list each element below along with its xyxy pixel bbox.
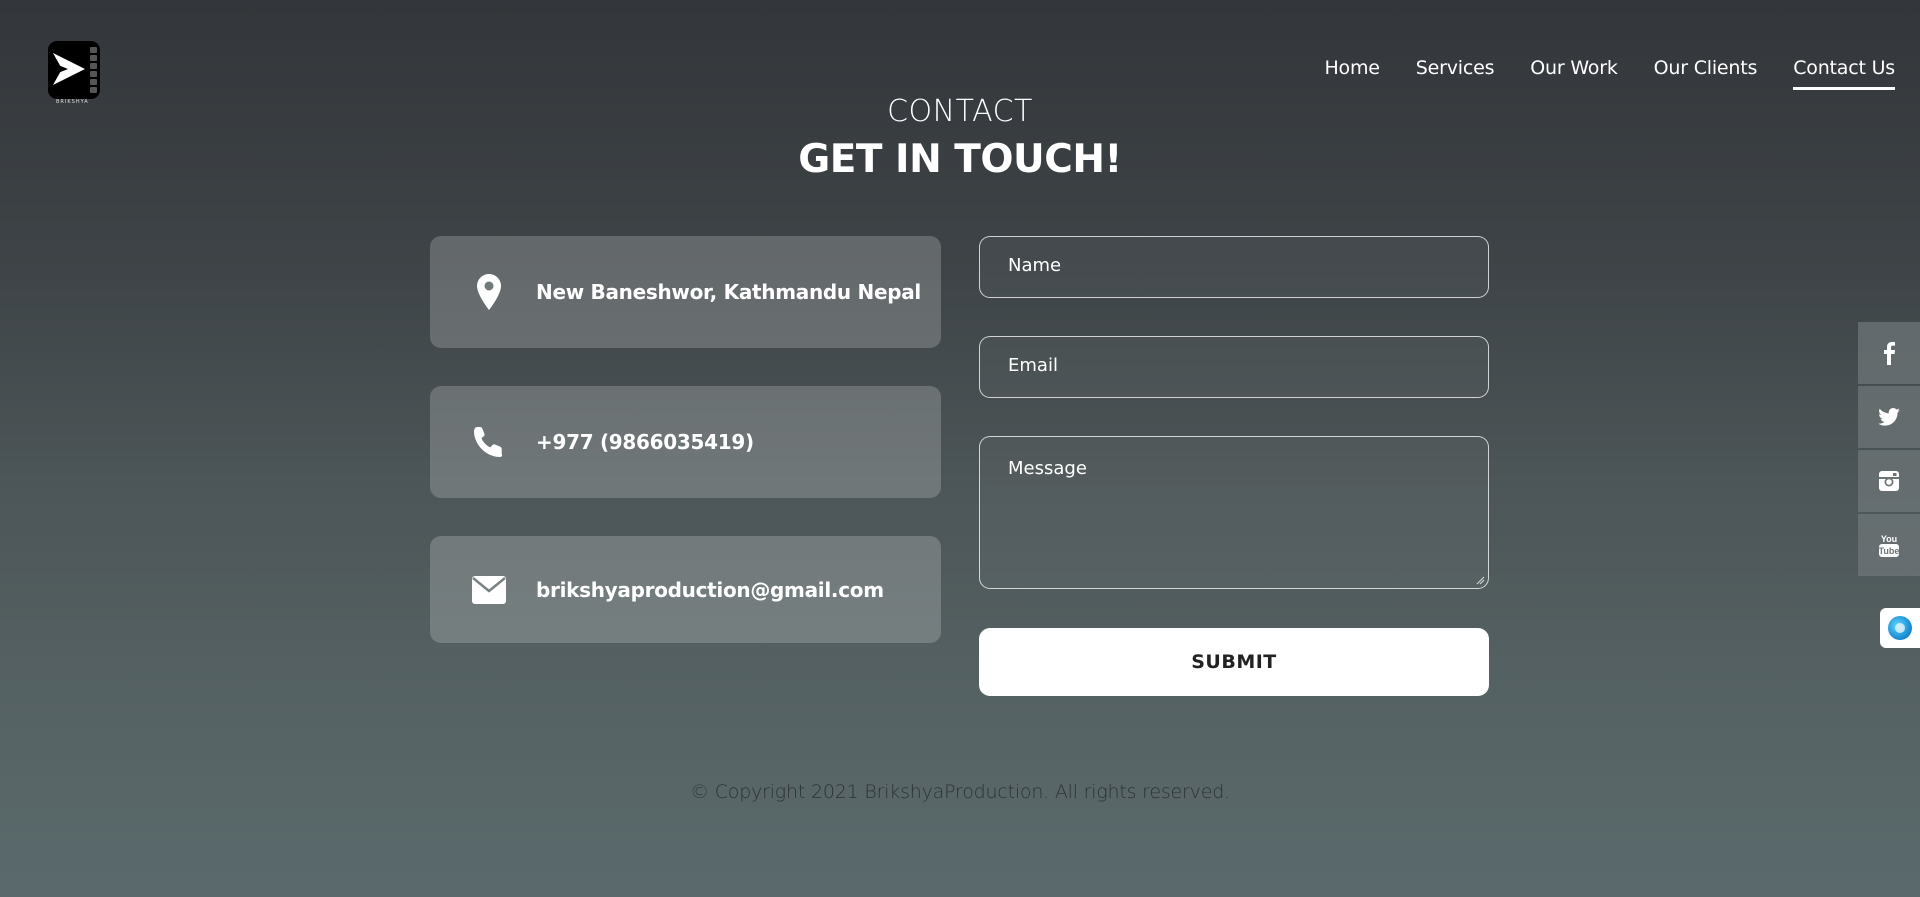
twitter-icon: [1878, 408, 1900, 426]
email-input[interactable]: Email: [979, 336, 1489, 398]
chat-widget-icon: [1888, 616, 1912, 640]
phone-icon: [464, 426, 514, 458]
nav-home[interactable]: Home: [1324, 57, 1380, 90]
logo-icon: [48, 41, 100, 99]
instagram-button[interactable]: [1858, 450, 1920, 512]
name-placeholder: Name: [1008, 255, 1062, 276]
twitter-button[interactable]: [1858, 386, 1920, 448]
nav-our-work[interactable]: Our Work: [1530, 57, 1618, 90]
youtube-icon: You Tube: [1879, 534, 1900, 557]
section-title: GET IN TOUCH!: [798, 137, 1122, 182]
chat-widget-button[interactable]: [1880, 608, 1920, 648]
phone-text: +977 (9866035419): [536, 430, 754, 454]
svg-text:Tube: Tube: [1879, 546, 1900, 556]
instagram-icon: [1879, 471, 1899, 491]
message-textarea[interactable]: Message: [979, 436, 1489, 589]
copyright-text: © Copyright 2021 BrikshyaProduction. All…: [690, 781, 1230, 803]
phone-card: +977 (9866035419): [430, 386, 941, 498]
nav-our-clients[interactable]: Our Clients: [1654, 57, 1758, 90]
email-text: brikshyaproduction@gmail.com: [536, 577, 884, 602]
youtube-button[interactable]: You Tube: [1858, 514, 1920, 576]
email-placeholder: Email: [1008, 355, 1058, 376]
nav-services[interactable]: Services: [1416, 57, 1495, 90]
message-placeholder: Message: [1008, 458, 1087, 479]
main-nav: Home Services Our Work Our Clients Conta…: [1324, 57, 1895, 90]
nav-contact-us[interactable]: Contact Us: [1793, 57, 1895, 90]
address-text: New Baneshwor, Kathmandu Nepal: [536, 280, 921, 304]
address-card: New Baneshwor, Kathmandu Nepal: [430, 236, 941, 348]
location-pin-icon: [464, 274, 514, 310]
facebook-button[interactable]: [1858, 322, 1920, 384]
facebook-icon: [1884, 342, 1895, 365]
name-input[interactable]: Name: [979, 236, 1489, 298]
envelope-icon: [464, 575, 514, 604]
svg-text:You: You: [1881, 534, 1897, 544]
section-eyebrow: CONTACT: [887, 94, 1033, 129]
social-sidebar: You Tube: [1858, 322, 1920, 578]
email-card: brikshyaproduction@gmail.com: [430, 536, 941, 643]
submit-button[interactable]: SUBMIT: [979, 628, 1489, 696]
resize-handle-icon[interactable]: [1476, 576, 1485, 585]
